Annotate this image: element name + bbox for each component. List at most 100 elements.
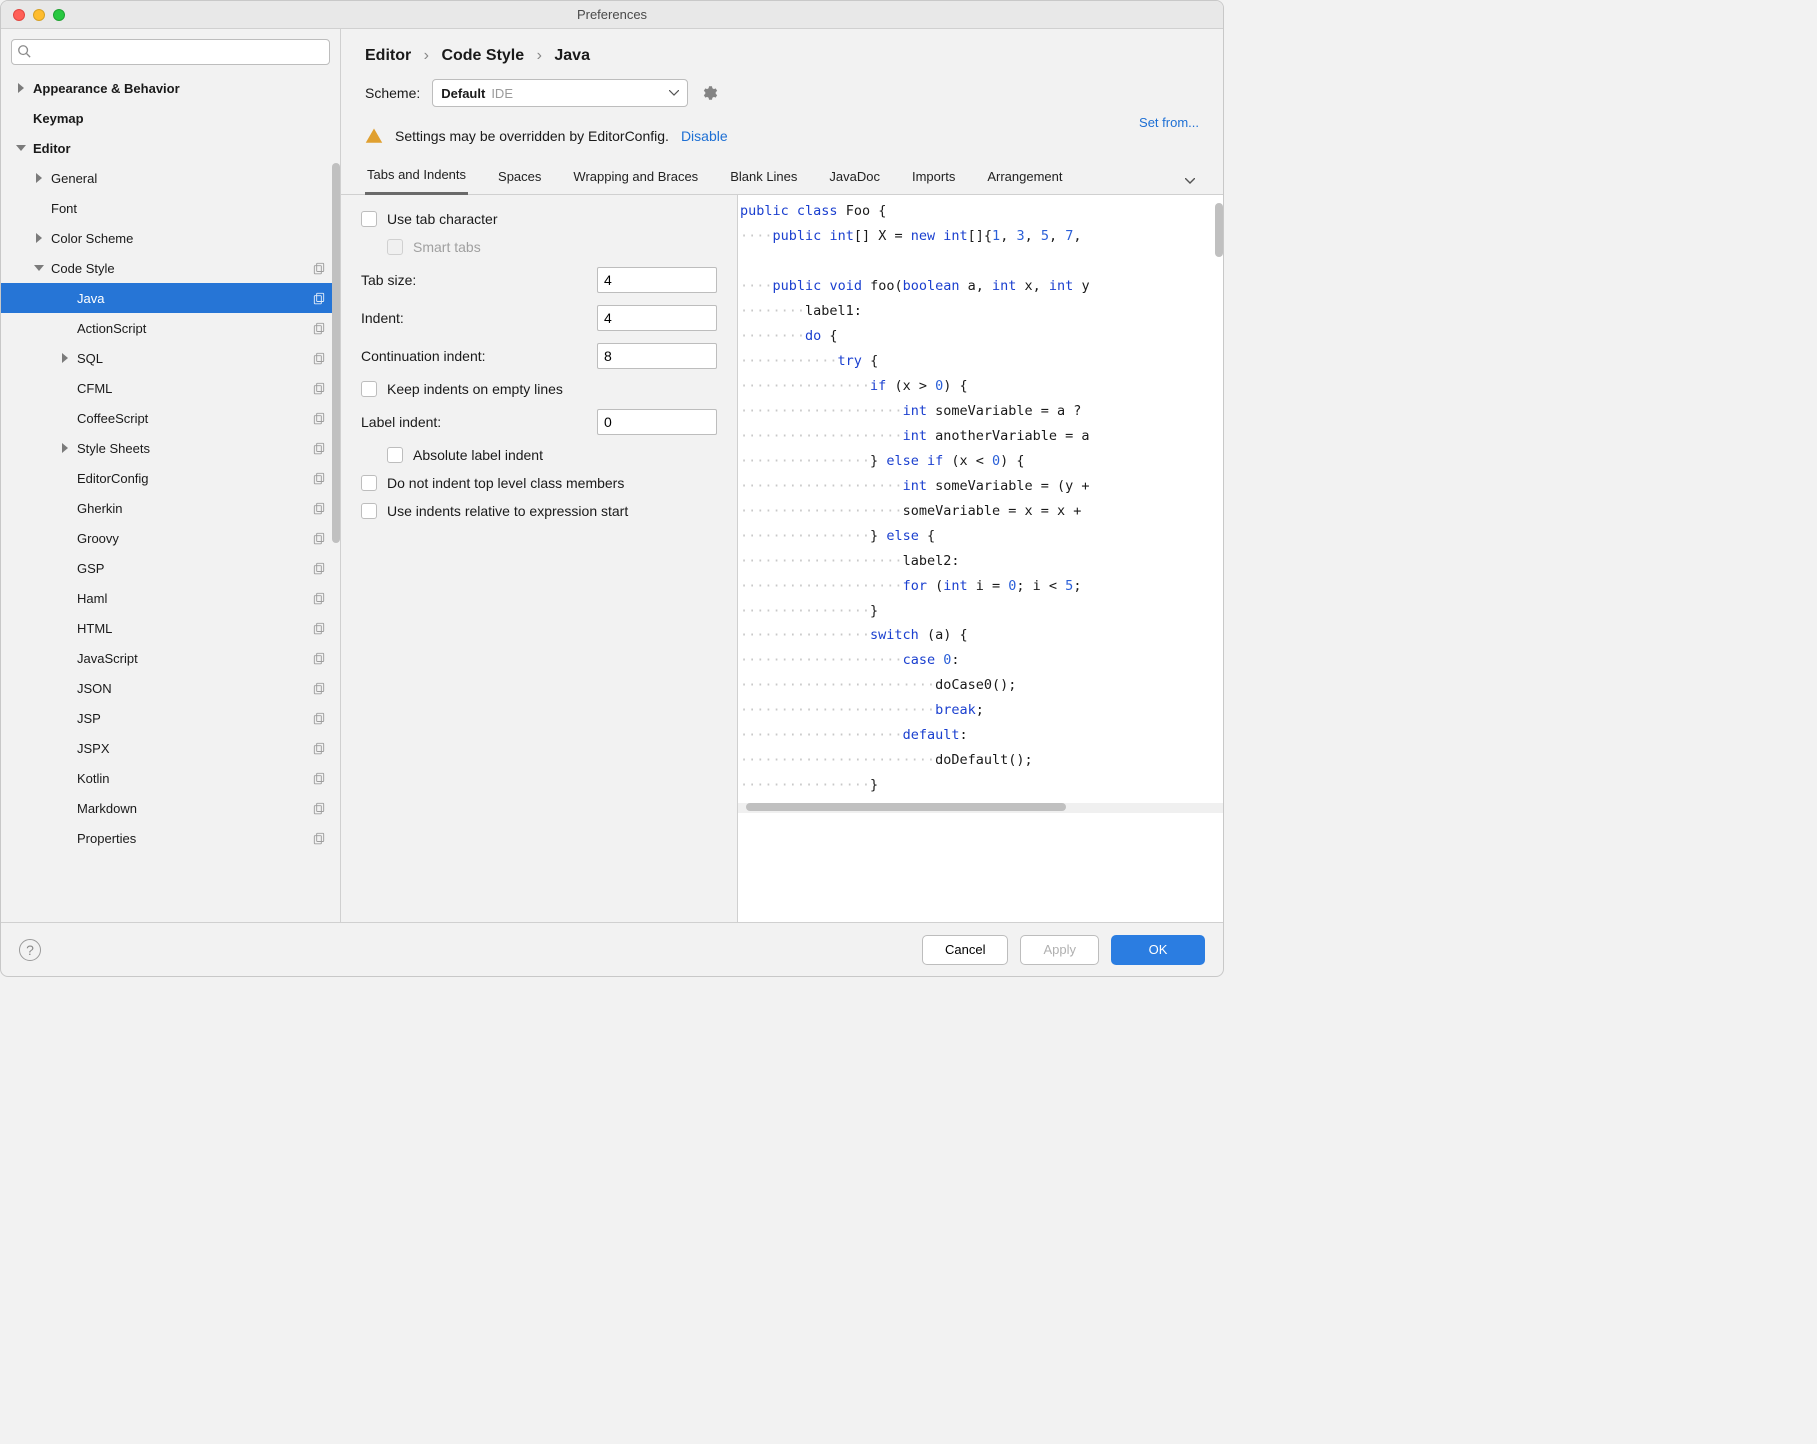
chevron-right-icon — [59, 443, 71, 453]
tab-imports[interactable]: Imports — [910, 161, 957, 194]
copy-scheme-icon[interactable] — [312, 681, 326, 695]
chevron-down-icon — [15, 144, 27, 152]
set-from-link[interactable]: Set from... — [1139, 115, 1199, 130]
scheme-select[interactable]: Default IDE — [432, 79, 688, 107]
abs-label-row[interactable]: Absolute label indent — [361, 447, 717, 463]
tree-item-json[interactable]: JSON — [1, 673, 340, 703]
tree-item-appearance-behavior[interactable]: Appearance & Behavior — [1, 73, 340, 103]
tab-blank-lines[interactable]: Blank Lines — [728, 161, 799, 194]
tree-item-editorconfig[interactable]: EditorConfig — [1, 463, 340, 493]
chevron-right-icon — [15, 83, 27, 93]
ok-button[interactable]: OK — [1111, 935, 1205, 965]
tree-item-keymap[interactable]: Keymap — [1, 103, 340, 133]
tree-item-gsp[interactable]: GSP — [1, 553, 340, 583]
relative-row[interactable]: Use indents relative to expression start — [361, 503, 717, 519]
copy-scheme-icon[interactable] — [312, 261, 326, 275]
tree-item-color-scheme[interactable]: Color Scheme — [1, 223, 340, 253]
relative-checkbox[interactable] — [361, 503, 377, 519]
copy-scheme-icon[interactable] — [312, 621, 326, 635]
copy-scheme-icon[interactable] — [312, 741, 326, 755]
copy-scheme-icon[interactable] — [312, 471, 326, 485]
keep-empty-row[interactable]: Keep indents on empty lines — [361, 381, 717, 397]
tree-item-java[interactable]: Java — [1, 283, 340, 313]
tree-item-code-style[interactable]: Code Style — [1, 253, 340, 283]
copy-scheme-icon[interactable] — [312, 441, 326, 455]
tree-item-general[interactable]: General — [1, 163, 340, 193]
no-indent-top-row[interactable]: Do not indent top level class members — [361, 475, 717, 491]
copy-scheme-icon[interactable] — [312, 351, 326, 365]
tree-item-gherkin[interactable]: Gherkin — [1, 493, 340, 523]
copy-scheme-icon[interactable] — [312, 501, 326, 515]
copy-scheme-icon[interactable] — [312, 651, 326, 665]
search-input[interactable] — [11, 39, 330, 65]
disable-link[interactable]: Disable — [681, 128, 728, 144]
tree-item-properties[interactable]: Properties — [1, 823, 340, 853]
minimize-window-button[interactable] — [33, 9, 45, 21]
tree-item-actionscript[interactable]: ActionScript — [1, 313, 340, 343]
tab-wrapping-and-braces[interactable]: Wrapping and Braces — [571, 161, 700, 194]
tree-item-editor[interactable]: Editor — [1, 133, 340, 163]
tree-item-coffeescript[interactable]: CoffeeScript — [1, 403, 340, 433]
tab-arrangement[interactable]: Arrangement — [985, 161, 1064, 194]
close-window-button[interactable] — [13, 9, 25, 21]
tree-item-sql[interactable]: SQL — [1, 343, 340, 373]
tree-item-label: Color Scheme — [51, 231, 133, 246]
tree-item-style-sheets[interactable]: Style Sheets — [1, 433, 340, 463]
tree-item-javascript[interactable]: JavaScript — [1, 643, 340, 673]
tree-item-cfml[interactable]: CFML — [1, 373, 340, 403]
zoom-window-button[interactable] — [53, 9, 65, 21]
copy-scheme-icon[interactable] — [312, 291, 326, 305]
label-indent-input[interactable] — [597, 409, 717, 435]
tree-item-kotlin[interactable]: Kotlin — [1, 763, 340, 793]
cancel-button[interactable]: Cancel — [922, 935, 1008, 965]
tree-item-html[interactable]: HTML — [1, 613, 340, 643]
tree-item-markdown[interactable]: Markdown — [1, 793, 340, 823]
preview-hscrollbar-track[interactable] — [738, 803, 1223, 813]
tree-item-haml[interactable]: Haml — [1, 583, 340, 613]
tree-item-groovy[interactable]: Groovy — [1, 523, 340, 553]
copy-scheme-icon[interactable] — [312, 531, 326, 545]
warning-icon — [365, 127, 383, 145]
keep-empty-label: Keep indents on empty lines — [387, 381, 563, 397]
tab-tabs-and-indents[interactable]: Tabs and Indents — [365, 159, 468, 195]
abs-label-checkbox[interactable] — [387, 447, 403, 463]
preview-hscrollbar[interactable] — [746, 803, 1066, 811]
search-icon — [17, 44, 31, 58]
use-tab-row[interactable]: Use tab character — [361, 211, 717, 227]
tree-item-jsp[interactable]: JSP — [1, 703, 340, 733]
tab-spaces[interactable]: Spaces — [496, 161, 543, 194]
breadcrumb-java[interactable]: Java — [554, 47, 590, 64]
help-button[interactable]: ? — [19, 939, 41, 961]
copy-scheme-icon[interactable] — [312, 711, 326, 725]
tree-item-label: JSON — [77, 681, 112, 696]
no-indent-top-checkbox[interactable] — [361, 475, 377, 491]
copy-scheme-icon[interactable] — [312, 831, 326, 845]
chevron-right-icon — [59, 353, 71, 363]
preview-vscrollbar[interactable] — [1215, 203, 1223, 257]
copy-scheme-icon[interactable] — [312, 381, 326, 395]
sidebar-scrollbar[interactable] — [332, 163, 340, 543]
tabs-overflow-icon[interactable] — [1181, 170, 1199, 194]
tree-item-jspx[interactable]: JSPX — [1, 733, 340, 763]
indent-input[interactable] — [597, 305, 717, 331]
relative-label: Use indents relative to expression start — [387, 503, 628, 519]
continuation-input[interactable] — [597, 343, 717, 369]
keep-empty-checkbox[interactable] — [361, 381, 377, 397]
use-tab-checkbox[interactable] — [361, 211, 377, 227]
tab-javadoc[interactable]: JavaDoc — [827, 161, 882, 194]
copy-scheme-icon[interactable] — [312, 771, 326, 785]
code-preview[interactable]: public class Foo { ····public int[] X = … — [737, 195, 1223, 922]
gear-icon[interactable] — [700, 84, 718, 102]
smart-tabs-label: Smart tabs — [413, 239, 481, 255]
copy-scheme-icon[interactable] — [312, 801, 326, 815]
copy-scheme-icon[interactable] — [312, 321, 326, 335]
tab-size-input[interactable] — [597, 267, 717, 293]
copy-scheme-icon[interactable] — [312, 561, 326, 575]
copy-scheme-icon[interactable] — [312, 591, 326, 605]
copy-scheme-icon[interactable] — [312, 411, 326, 425]
settings-tree[interactable]: Appearance & BehaviorKeymapEditorGeneral… — [1, 73, 340, 922]
breadcrumb-editor[interactable]: Editor — [365, 47, 411, 64]
tree-item-font[interactable]: Font — [1, 193, 340, 223]
tree-item-label: JavaScript — [77, 651, 138, 666]
breadcrumb-code-style[interactable]: Code Style — [441, 47, 524, 64]
